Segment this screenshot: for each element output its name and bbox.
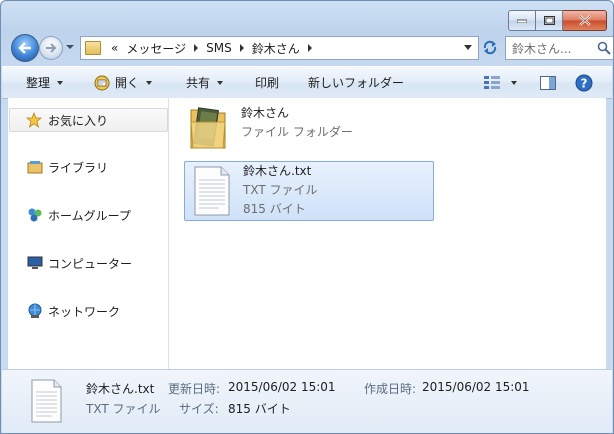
sidebar-item-label: ホームグループ (48, 208, 131, 223)
breadcrumb-item-messages[interactable]: メッセージ (122, 40, 190, 57)
library-icon (26, 158, 44, 176)
preview-pane-icon (540, 75, 556, 90)
breadcrumb-overflow[interactable]: « (107, 41, 122, 55)
sidebar-item-homegroup[interactable]: ホームグループ (26, 206, 131, 224)
open-label: 開く (115, 76, 140, 90)
search-icon (597, 41, 611, 55)
sidebar-item-favorites[interactable]: お気に入り (9, 108, 168, 132)
sidebar-item-label: コンピューター (48, 256, 133, 271)
sidebar-item-label: ネットワーク (48, 304, 121, 319)
search-placeholder: 鈴木さん... (512, 41, 572, 56)
new-folder-label: 新しいフォルダー (308, 76, 405, 90)
folder-icon (85, 41, 101, 55)
chevron-down-icon (57, 80, 64, 85)
chevron-right-icon[interactable] (239, 44, 244, 52)
breadcrumb: メッセージ SMS 鈴木さん (122, 40, 315, 57)
breadcrumb-item-sms[interactable]: SMS (202, 41, 236, 55)
details-modified-label: 更新日時: (168, 382, 221, 396)
folder-icon (187, 104, 229, 152)
computer-icon (26, 254, 44, 272)
share-button[interactable]: 共有 (186, 67, 224, 98)
breadcrumb-item-suzuki[interactable]: 鈴木さん (248, 40, 304, 57)
list-item[interactable]: 鈴木さん ファイル フォルダー (187, 104, 433, 158)
maximize-icon (543, 16, 555, 25)
details-size-value: 815 バイト (228, 402, 291, 416)
help-button[interactable]: ? (575, 67, 593, 98)
command-bar: 整理 開く 共有 印刷 新しいフォルダー ? (2, 66, 612, 99)
refresh-icon (483, 40, 497, 55)
open-with-icon (94, 75, 110, 90)
new-folder-button[interactable]: 新しいフォルダー (308, 67, 404, 98)
change-view-button[interactable] (483, 67, 517, 98)
sidebar-item-network[interactable]: ネットワーク (26, 302, 120, 320)
network-icon (26, 302, 44, 320)
star-icon (26, 112, 42, 128)
forward-arrow-icon (46, 43, 57, 53)
caption-buttons (508, 10, 607, 31)
file-name: 鈴木さん.txt (243, 164, 312, 178)
sidebar-item-libraries[interactable]: ライブラリ (26, 158, 108, 176)
homegroup-icon (26, 206, 44, 224)
open-button[interactable]: 開く (93, 67, 153, 98)
back-arrow-icon (18, 42, 31, 54)
sidebar-item-computer[interactable]: コンピューター (26, 254, 132, 272)
print-label: 印刷 (255, 76, 280, 90)
details-file-type: TXT ファイル (86, 402, 161, 416)
organize-button[interactable]: 整理 (26, 67, 64, 98)
details-created-label: 作成日時: (364, 382, 417, 396)
share-label: 共有 (186, 76, 211, 90)
back-button[interactable] (11, 34, 39, 62)
file-type: ファイル フォルダー (241, 125, 353, 139)
chevron-right-icon[interactable] (307, 44, 312, 52)
help-icon: ? (575, 74, 593, 91)
maximize-button[interactable] (536, 10, 563, 31)
search-input[interactable]: 鈴木さん... (505, 36, 613, 60)
file-name: 鈴木さん (241, 106, 290, 120)
chevron-right-icon[interactable] (194, 44, 199, 52)
details-file-name: 鈴木さん.txt (86, 382, 155, 396)
explorer-window: « メッセージ SMS 鈴木さん 鈴木さん... 整理 開く 共有 印刷 新しい… (0, 0, 614, 434)
preview-pane-button[interactable] (540, 67, 556, 98)
chevron-down-icon (66, 45, 74, 49)
sidebar-item-label: ライブラリ (48, 160, 109, 175)
chevron-down-icon[interactable] (511, 80, 517, 85)
navigation-bar: « メッセージ SMS 鈴木さん 鈴木さん... (9, 34, 613, 62)
view-options-icon (484, 75, 500, 89)
navigation-pane: お気に入り ライブラリ ホームグループ コンピューター ネットワーク (8, 98, 169, 369)
minimize-icon (517, 19, 527, 23)
minimize-button[interactable] (508, 10, 536, 31)
list-item[interactable]: 鈴木さん.txt TXT ファイル 815 バイト (184, 161, 434, 221)
close-button[interactable] (563, 10, 607, 31)
recent-pages-dropdown[interactable] (65, 41, 75, 51)
address-bar[interactable]: « メッセージ SMS 鈴木さん (80, 36, 479, 60)
details-modified-value: 2015/06/02 15:01 (228, 380, 336, 394)
file-list: 鈴木さん ファイル フォルダー 鈴木さん.txt TXT ファイル 815 バイ… (169, 98, 606, 369)
text-file-icon (30, 378, 64, 424)
file-type: TXT ファイル (243, 183, 318, 197)
chevron-down-icon (146, 80, 153, 85)
details-size-label: サイズ: (179, 402, 219, 416)
file-size: 815 バイト (243, 202, 306, 216)
refresh-button[interactable] (481, 38, 499, 56)
sidebar-item-label: お気に入り (48, 113, 109, 128)
organize-label: 整理 (26, 76, 51, 90)
details-pane: 鈴木さん.txt TXT ファイル 更新日時: 2015/06/02 15:01… (2, 369, 612, 433)
forward-button[interactable] (39, 36, 63, 60)
svg-text:?: ? (581, 76, 588, 90)
details-created-value: 2015/06/02 15:01 (422, 380, 530, 394)
text-file-icon (193, 165, 233, 217)
print-button[interactable]: 印刷 (255, 67, 279, 98)
address-dropdown-icon[interactable] (464, 45, 472, 50)
close-icon (578, 15, 591, 26)
chevron-down-icon (217, 80, 224, 85)
